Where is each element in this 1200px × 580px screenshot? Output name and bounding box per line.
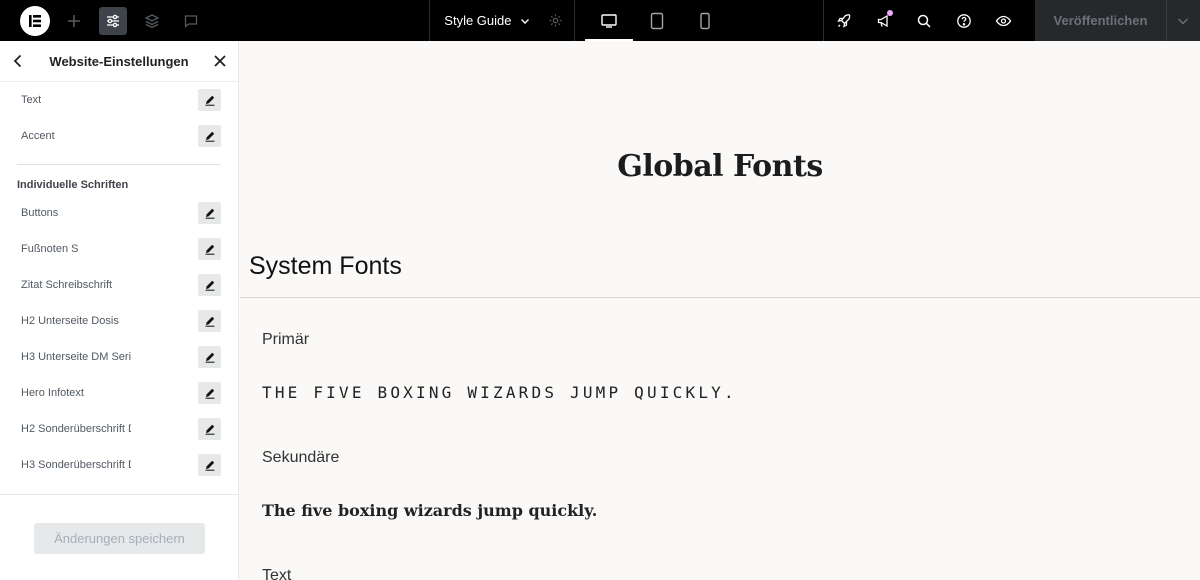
page-title: Global Fonts bbox=[617, 149, 823, 184]
responsive-mode-switcher bbox=[575, 0, 824, 41]
chevron-down-icon bbox=[520, 18, 529, 24]
font-sample-secondary: The five boxing wizards jump quickly. bbox=[262, 501, 598, 520]
list-item-label: Zitat Schreibschrift bbox=[21, 279, 113, 291]
font-label-text: Text bbox=[262, 567, 292, 580]
list-item: H2 Unterseite Dosis bbox=[0, 303, 238, 339]
site-settings-panel: Website-Einstellungen Text Accent Indivi… bbox=[0, 41, 239, 580]
list-item-label: Accent bbox=[21, 130, 55, 142]
list-item-label: Text bbox=[21, 94, 42, 106]
close-icon[interactable] bbox=[212, 53, 228, 69]
top-bar-right: Veröffentlichen bbox=[824, 0, 1200, 41]
layers-icon[interactable] bbox=[138, 7, 166, 35]
top-bar: Style Guide Veröffentlichen bbox=[0, 0, 1200, 41]
list-item: Zitat Schreibschrift bbox=[0, 267, 238, 303]
site-settings-icon[interactable] bbox=[99, 6, 127, 35]
edit-pencil-icon[interactable] bbox=[198, 454, 221, 476]
rocket-icon[interactable] bbox=[824, 0, 864, 41]
add-element-icon[interactable] bbox=[60, 7, 88, 35]
preview-eye-icon[interactable] bbox=[984, 0, 1024, 41]
edit-pencil-icon[interactable] bbox=[198, 274, 221, 296]
list-item-label: H3 Sonderüberschrift DM bbox=[21, 459, 131, 471]
list-item: Text bbox=[0, 82, 238, 118]
section-heading: System Fonts bbox=[249, 252, 402, 280]
gear-icon[interactable] bbox=[548, 13, 563, 28]
page-selector-label: Style Guide bbox=[444, 13, 512, 28]
elementor-logo-icon[interactable] bbox=[20, 5, 50, 36]
list-item-label: Buttons bbox=[21, 207, 59, 219]
section-title: Individuelle Schriften bbox=[17, 179, 129, 191]
comments-icon[interactable] bbox=[177, 7, 205, 35]
notification-dot bbox=[886, 10, 893, 16]
edit-pencil-icon[interactable] bbox=[198, 202, 221, 224]
list-item: Buttons bbox=[0, 195, 238, 231]
help-icon[interactable] bbox=[944, 0, 984, 41]
font-label-secondary: Sekundäre bbox=[262, 449, 340, 466]
tablet-mode-icon[interactable] bbox=[633, 0, 681, 41]
search-icon[interactable] bbox=[904, 0, 944, 41]
panel-footer: Änderungen speichern bbox=[0, 494, 238, 580]
font-label-primary: Primär bbox=[262, 331, 310, 348]
desktop-mode-icon[interactable] bbox=[584, 0, 633, 41]
list-item: Hero Infotext bbox=[0, 375, 238, 411]
list-item-label: Hero Infotext bbox=[21, 387, 84, 399]
panel-header: Website-Einstellungen bbox=[0, 41, 238, 82]
panel-title: Website-Einstellungen bbox=[49, 53, 189, 69]
edit-pencil-icon[interactable] bbox=[198, 89, 221, 111]
edit-pencil-icon[interactable] bbox=[198, 125, 221, 147]
back-arrow-icon[interactable] bbox=[10, 53, 26, 69]
save-changes-button[interactable]: Änderungen speichern bbox=[34, 523, 205, 554]
publish-button[interactable]: Veröffentlichen bbox=[1034, 0, 1166, 41]
list-item-label: H3 Unterseite DM Serif bbox=[21, 351, 131, 363]
section-divider bbox=[17, 164, 221, 165]
mobile-mode-icon[interactable] bbox=[681, 0, 729, 41]
edit-pencil-icon[interactable] bbox=[198, 238, 221, 260]
list-item: H3 Sonderüberschrift DM bbox=[0, 447, 238, 483]
top-bar-left bbox=[0, 0, 429, 41]
preview-canvas[interactable]: Global Fonts System Fonts Primär THE FIV… bbox=[240, 41, 1200, 580]
megaphone-icon[interactable] bbox=[864, 0, 904, 41]
publish-options-chevron-icon[interactable] bbox=[1165, 0, 1200, 41]
list-item: Fußnoten S bbox=[0, 231, 238, 267]
list-item: Accent bbox=[0, 118, 238, 154]
list-item-label: H2 Unterseite Dosis bbox=[21, 315, 119, 327]
list-item-label: H2 Sonderüberschrift Do bbox=[21, 423, 131, 435]
page-selector[interactable]: Style Guide bbox=[429, 0, 575, 41]
edit-pencil-icon[interactable] bbox=[198, 346, 221, 368]
panel-scroll-area[interactable]: Text Accent Individuelle Schriften Butto… bbox=[0, 82, 238, 493]
section-divider bbox=[240, 297, 1200, 298]
list-item: H2 Sonderüberschrift Do bbox=[0, 411, 238, 447]
font-sample-primary: THE FIVE BOXING WIZARDS JUMP QUICKLY. bbox=[262, 383, 737, 402]
edit-pencil-icon[interactable] bbox=[198, 382, 221, 404]
list-item-label: Fußnoten S bbox=[21, 243, 79, 255]
list-item: H3 Unterseite DM Serif bbox=[0, 339, 238, 375]
edit-pencil-icon[interactable] bbox=[198, 310, 221, 332]
edit-pencil-icon[interactable] bbox=[198, 418, 221, 440]
